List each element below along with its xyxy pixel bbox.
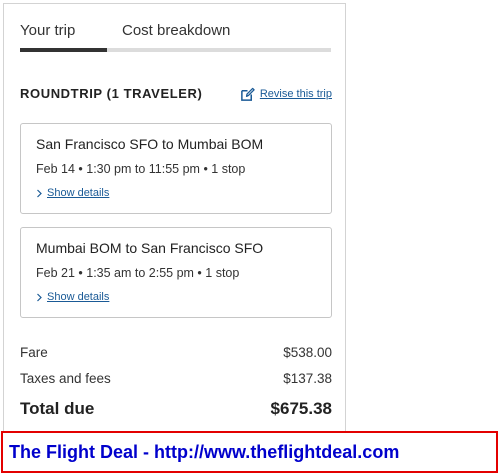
total-due-row: Total due $675.38 [20,399,332,419]
active-tab-indicator [20,48,107,52]
chevron-right-icon [37,293,42,301]
show-details-label[interactable]: Show details [47,291,109,303]
flight-route: Mumbai BOM to San Francisco SFO [36,240,264,256]
revise-trip-label[interactable]: Revise this trip [260,88,332,100]
total-due-label: Total due [20,399,95,418]
total-due-value: $675.38 [270,399,332,418]
taxes-row: Taxes and fees $137.38 [20,371,332,386]
trip-summary-panel: Your trip Cost breakdown ROUNDTRIP (1 TR… [3,3,346,431]
fare-row: Fare $538.00 [20,345,332,360]
tab-bar: Your trip Cost breakdown [20,4,331,52]
trip-type-heading: ROUNDTRIP (1 TRAVELER) [20,86,203,101]
watermark-banner: The Flight Deal - http://www.theflightde… [1,431,498,473]
taxes-label: Taxes and fees [20,371,111,386]
trip-heading-row: ROUNDTRIP (1 TRAVELER) Revise this trip [20,84,332,106]
fare-value: $538.00 [283,345,332,360]
flight-info: Feb 14 • 1:30 pm to 11:55 pm • 1 stop [36,162,246,176]
flight-card-outbound: San Francisco SFO to Mumbai BOM Feb 14 •… [20,123,332,214]
fare-label: Fare [20,345,48,360]
taxes-value: $137.38 [283,371,332,386]
edit-icon [240,87,255,101]
chevron-right-icon [37,189,42,197]
flight-route: San Francisco SFO to Mumbai BOM [36,136,264,152]
show-details-label[interactable]: Show details [47,187,109,199]
show-details-link[interactable]: Show details [36,291,109,303]
tab-cost-breakdown[interactable]: Cost breakdown [122,22,230,39]
revise-trip-link[interactable]: Revise this trip [240,84,332,104]
flight-card-return: Mumbai BOM to San Francisco SFO Feb 21 •… [20,227,332,318]
flight-info: Feb 21 • 1:35 am to 2:55 pm • 1 stop [36,266,240,280]
tab-your-trip[interactable]: Your trip [20,22,75,39]
banner-text: The Flight Deal - http://www.theflightde… [9,442,400,462]
show-details-link[interactable]: Show details [36,187,109,199]
